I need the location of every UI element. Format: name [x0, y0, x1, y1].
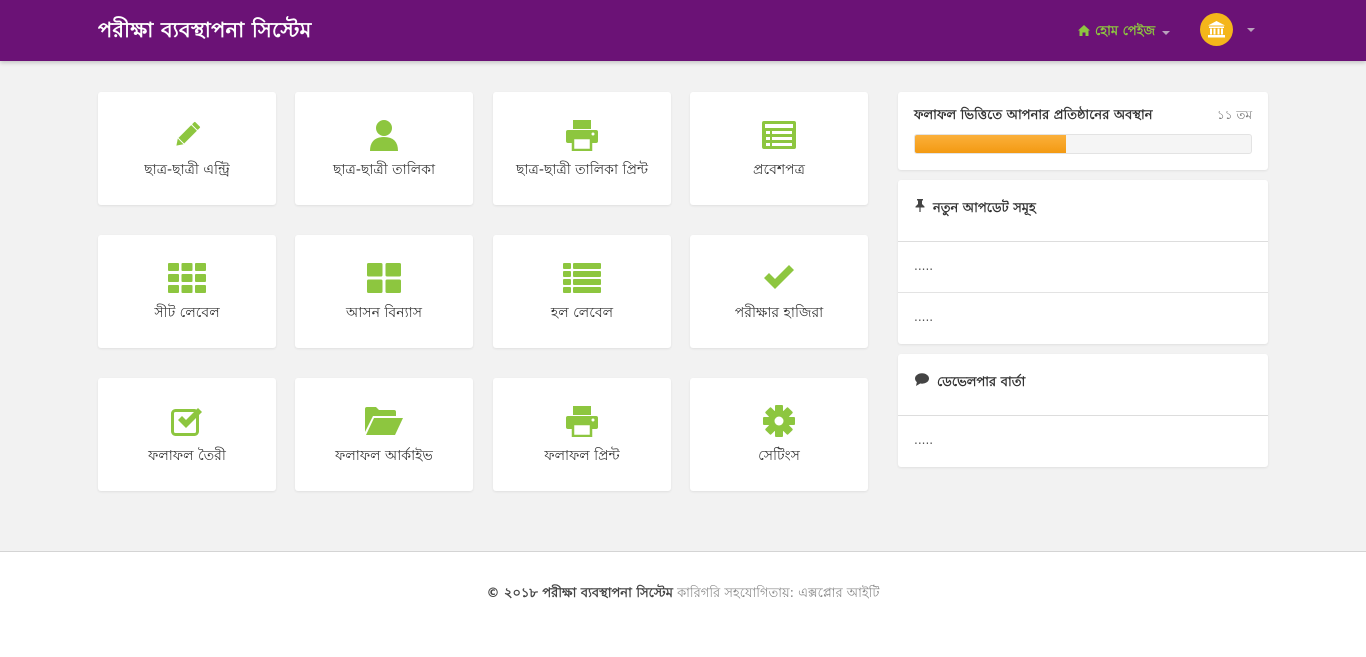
tile-seat-label[interactable]: সীট লেবেল [98, 235, 276, 348]
tile-label: হল লেবেল [550, 305, 614, 321]
large-grid-icon [295, 261, 473, 295]
updates-title: নতুন আপডেট সমূহ [933, 201, 1036, 216]
updates-panel: নতুন আপডেট সমূহ ..... ..... [898, 180, 1268, 344]
folder-open-icon [295, 404, 473, 438]
footer-credit: কারিগরি সহযোগিতায়: এক্সপ্লোর আইটি [677, 586, 880, 601]
tile-label: ফলাফল তৈরী [148, 448, 226, 464]
top-navbar: পরীক্ষা ব্যবস্থাপনা সিস্টেম হোম পেইজ [0, 0, 1366, 61]
printer-icon [493, 404, 671, 438]
developer-title: ডেভেলপার বার্তা [937, 375, 1026, 390]
footer: © ২০১৮ পরীক্ষা ব্যবস্থাপনা সিস্টেম কারিগ… [0, 551, 1366, 657]
main-content: ছাত্র-ছাত্রী এন্ট্রি ছাত্র-ছাত্রী তালিকা… [0, 61, 1366, 551]
tile-student-list-print[interactable]: ছাত্র-ছাত্রী তালিকা প্রিন্ট [493, 92, 671, 205]
institution-icon [1208, 21, 1225, 38]
developer-header: ডেভেলপার বার্তা [898, 354, 1268, 416]
rank-progress-fill [915, 135, 1067, 153]
tile-admit-card[interactable]: প্রবেশপত্র [690, 92, 868, 205]
updates-header: নতুন আপডেট সমূহ [898, 180, 1268, 242]
tile-label: প্রবেশপত্র [753, 162, 805, 178]
home-page-link[interactable]: হোম পেইজ [1078, 22, 1171, 43]
tile-exam-attendance[interactable]: পরীক্ষার হাজিরা [690, 235, 868, 348]
footer-copyright: © ২০১৮ পরীক্ষা ব্যবস্থাপনা সিস্টেম [486, 586, 673, 601]
comment-icon [915, 373, 929, 390]
user-icon [295, 118, 473, 152]
id-card-icon [690, 118, 868, 152]
avatar[interactable] [1200, 13, 1233, 46]
gear-icon [690, 404, 868, 438]
rank-panel: ফলাফল ভিত্তিতে আপনার প্রতিষ্ঠানের অবস্থা… [898, 92, 1268, 170]
rank-value: ১১ তম [1216, 108, 1252, 122]
developer-panel: ডেভেলপার বার্তা ..... [898, 354, 1268, 467]
grid-icon [98, 261, 276, 295]
printer-icon [493, 118, 671, 152]
tile-label: ফলাফল আর্কাইভ [335, 448, 433, 464]
tile-result-print[interactable]: ফলাফল প্রিন্ট [493, 378, 671, 491]
pin-icon [915, 199, 925, 216]
tile-label: আসন বিন্যাস [346, 305, 422, 321]
tile-label: সেটিংস [758, 448, 800, 464]
checkbox-icon [98, 404, 276, 438]
tile-label: সীট লেবেল [154, 305, 220, 321]
brand-title[interactable]: পরীক্ষা ব্যবস্থাপনা সিস্টেম [98, 14, 312, 49]
tile-label: ছাত্র-ছাত্রী তালিকা [332, 162, 436, 178]
tile-label: ফলাফল প্রিন্ট [544, 448, 620, 464]
tile-seat-plan[interactable]: আসন বিন্যাস [295, 235, 473, 348]
tile-label: পরীক্ষার হাজিরা [734, 305, 824, 321]
developer-item[interactable]: ..... [898, 416, 1268, 467]
chevron-down-icon [1162, 30, 1171, 35]
rank-title: ফলাফল ভিত্তিতে আপনার প্রতিষ্ঠানের অবস্থা… [914, 108, 1153, 123]
home-icon [1078, 25, 1090, 40]
tile-hall-label[interactable]: হল লেবেল [493, 235, 671, 348]
tile-result-archive[interactable]: ফলাফল আর্কাইভ [295, 378, 473, 491]
rank-progress-bar [914, 134, 1252, 154]
tile-student-entry[interactable]: ছাত্র-ছাত্রী এন্ট্রি [98, 92, 276, 205]
tile-settings[interactable]: সেটিংস [690, 378, 868, 491]
tile-label: ছাত্র-ছাত্রী তালিকা প্রিন্ট [516, 162, 648, 178]
tile-result-create[interactable]: ফলাফল তৈরী [98, 378, 276, 491]
check-icon [690, 261, 868, 295]
home-page-label: হোম পেইজ [1095, 24, 1156, 39]
update-item[interactable]: ..... [898, 293, 1268, 344]
footer-text: © ২০১৮ পরীক্ষা ব্যবস্থাপনা সিস্টেম কারিগ… [0, 584, 1366, 605]
update-item[interactable]: ..... [898, 242, 1268, 293]
tile-student-list[interactable]: ছাত্র-ছাত্রী তালিকা [295, 92, 473, 205]
tile-label: ছাত্র-ছাত্রী এন্ট্রি [144, 162, 230, 178]
pencil-icon [98, 118, 276, 152]
list-icon [493, 261, 671, 295]
user-menu-chevron-icon[interactable] [1247, 28, 1255, 32]
